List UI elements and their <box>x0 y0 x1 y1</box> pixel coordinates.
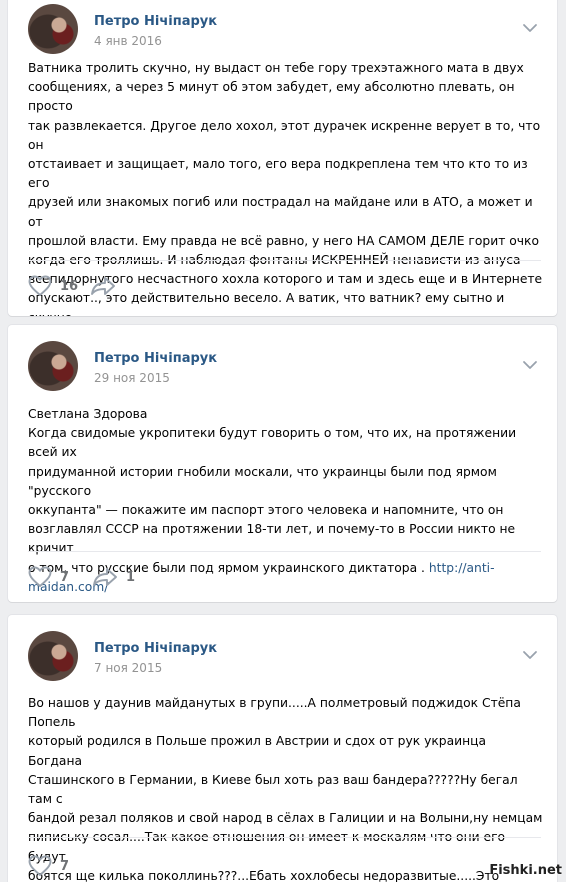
post-date[interactable]: 29 ноя 2015 <box>94 371 170 385</box>
divider <box>28 837 541 838</box>
post: Петро Нічіпарук 29 ноя 2015 Светлана Здо… <box>8 325 557 602</box>
avatar[interactable] <box>28 341 78 391</box>
chevron-down-icon[interactable] <box>522 18 538 32</box>
like-count: 7 <box>60 858 70 874</box>
avatar[interactable] <box>28 4 78 54</box>
chevron-down-icon[interactable] <box>522 355 538 369</box>
share-arrow-icon <box>91 277 115 295</box>
post-header: Петро Нічіпарук 7 ноя 2015 <box>28 631 538 683</box>
like-count: 16 <box>60 278 79 294</box>
author-name[interactable]: Петро Нічіпарук <box>94 351 217 366</box>
chevron-down-icon[interactable] <box>522 645 538 659</box>
author-name[interactable]: Петро Нічіпарук <box>94 14 217 29</box>
heart-icon <box>28 275 52 296</box>
post-text-body: Светлана Здорова Когда свидомые укропите… <box>28 407 517 575</box>
like-button[interactable]: 7 <box>28 851 69 881</box>
share-count: 1 <box>126 569 136 585</box>
author-name[interactable]: Петро Нічіпарук <box>94 641 217 656</box>
share-button[interactable]: 1 <box>92 562 135 592</box>
share-arrow-icon <box>93 568 117 586</box>
post-actions: 16 <box>28 271 328 301</box>
post: Петро Нічіпарук 4 янв 2016 Ватника троли… <box>8 0 557 316</box>
like-button[interactable]: 7 <box>28 562 69 592</box>
post-actions: 7 1 <box>28 562 328 592</box>
heart-icon <box>28 855 52 876</box>
heart-icon <box>28 566 52 587</box>
like-count: 7 <box>60 569 70 585</box>
feed: Петро Нічіпарук 4 янв 2016 Ватника троли… <box>0 0 566 882</box>
post-header: Петро Нічіпарук 29 ноя 2015 <box>28 341 538 393</box>
avatar[interactable] <box>28 631 78 681</box>
post-actions: 7 <box>28 851 328 881</box>
share-button[interactable] <box>90 271 124 301</box>
divider <box>28 551 541 552</box>
watermark: Fishki.net <box>489 863 562 878</box>
post-date[interactable]: 4 янв 2016 <box>94 34 162 48</box>
post: Петро Нічіпарук 7 ноя 2015 Во нашов у да… <box>8 615 557 882</box>
divider <box>28 260 541 261</box>
like-button[interactable]: 16 <box>28 271 78 301</box>
post-header: Петро Нічіпарук 4 янв 2016 <box>28 4 538 56</box>
post-date[interactable]: 7 ноя 2015 <box>94 661 162 675</box>
